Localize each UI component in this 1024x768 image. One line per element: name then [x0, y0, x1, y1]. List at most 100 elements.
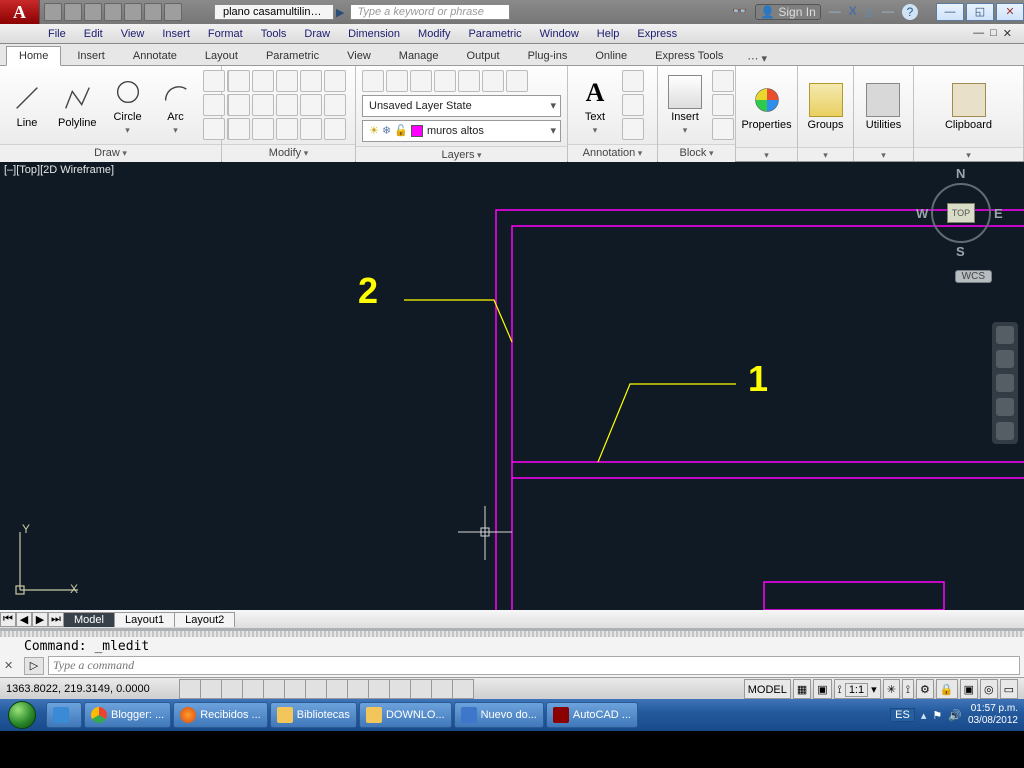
- tab-model[interactable]: Model: [63, 612, 115, 627]
- clock[interactable]: 01:57 p.m. 03/08/2012: [968, 703, 1020, 727]
- annoauto-icon[interactable]: ⟟: [902, 679, 914, 699]
- menu-view[interactable]: View: [121, 28, 145, 40]
- panel-properties-expand[interactable]: [736, 147, 797, 161]
- menu-tools[interactable]: Tools: [261, 28, 287, 40]
- compass-n[interactable]: N: [956, 166, 965, 181]
- annovis-icon[interactable]: ✳: [883, 679, 900, 699]
- sc-toggle[interactable]: [431, 679, 453, 699]
- tab-layout1[interactable]: Layout1: [114, 612, 175, 627]
- layout-grid-icon[interactable]: ▦: [793, 679, 811, 699]
- tab-view[interactable]: View: [335, 47, 383, 65]
- menu-insert[interactable]: Insert: [162, 28, 190, 40]
- circle-button[interactable]: Circle▾: [107, 73, 149, 138]
- qat-new-icon[interactable]: [44, 3, 62, 21]
- stretch-icon[interactable]: [300, 94, 322, 116]
- exchange-icon[interactable]: X: [849, 4, 857, 20]
- layer-prop-icon[interactable]: [362, 70, 384, 92]
- rotate-icon[interactable]: [252, 70, 274, 92]
- table-icon[interactable]: [622, 118, 644, 140]
- task-ie[interactable]: [46, 702, 82, 728]
- tray-flag-icon[interactable]: ⚑: [932, 709, 942, 722]
- tab-nav-next-icon[interactable]: ▶: [32, 612, 48, 627]
- tab-nav-first-icon[interactable]: ⏮: [0, 612, 16, 627]
- language-indicator[interactable]: ES: [890, 708, 915, 722]
- clipboard-button[interactable]: Clipboard: [941, 81, 996, 133]
- tab-nav-last-icon[interactable]: ⏭: [48, 612, 64, 627]
- search-input[interactable]: Type a keyword or phrase: [350, 4, 510, 20]
- qat-undo-icon[interactable]: [144, 3, 162, 21]
- tray-arrow-icon[interactable]: ▴: [921, 709, 927, 722]
- menu-file[interactable]: File: [48, 28, 66, 40]
- tpy-toggle[interactable]: [389, 679, 411, 699]
- menu-draw[interactable]: Draw: [304, 28, 330, 40]
- dyn-toggle[interactable]: [347, 679, 369, 699]
- chamfer-icon[interactable]: [276, 118, 298, 140]
- break-icon[interactable]: [324, 118, 346, 140]
- task-firefox[interactable]: Recibidos ...: [173, 702, 268, 728]
- nav-orbit-icon[interactable]: [996, 398, 1014, 416]
- panel-draw-title[interactable]: Draw: [0, 144, 221, 162]
- model-space-button[interactable]: MODEL: [744, 679, 791, 699]
- command-input[interactable]: [48, 656, 1020, 675]
- insert-button[interactable]: Insert▾: [664, 73, 706, 138]
- move-icon[interactable]: [228, 70, 250, 92]
- tab-home[interactable]: Home: [6, 46, 61, 66]
- grid-toggle[interactable]: [200, 679, 222, 699]
- arc-button[interactable]: Arc▾: [155, 73, 197, 138]
- menu-modify[interactable]: Modify: [418, 28, 450, 40]
- tab-nav-prev-icon[interactable]: ◀: [16, 612, 32, 627]
- layer-off-icon[interactable]: [386, 70, 408, 92]
- tab-online[interactable]: Online: [583, 47, 639, 65]
- qv-drawings-icon[interactable]: ▣: [813, 679, 831, 699]
- hardware-accel-icon[interactable]: ▣: [960, 679, 978, 699]
- menu-parametric[interactable]: Parametric: [468, 28, 521, 40]
- create-block-icon[interactable]: [712, 70, 734, 92]
- help-icon[interactable]: ?: [902, 4, 918, 20]
- tab-layout2[interactable]: Layout2: [174, 612, 235, 627]
- qat-save-icon[interactable]: [84, 3, 102, 21]
- coordinates-readout[interactable]: 1363.8022, 219.3149, 0.0000: [0, 683, 180, 695]
- qat-plot-icon[interactable]: [124, 3, 142, 21]
- layer-lock-icon[interactable]: [434, 70, 456, 92]
- current-layer-dropdown[interactable]: ☀ ❄ 🔓 muros altos: [362, 120, 561, 142]
- nav-pan-icon[interactable]: [996, 350, 1014, 368]
- nav-zoom-icon[interactable]: [996, 374, 1014, 392]
- tab-parametric[interactable]: Parametric: [254, 47, 331, 65]
- annoscale-button[interactable]: ⟟ 1:1 ▾: [834, 679, 881, 699]
- viewcube-top[interactable]: TOP: [947, 203, 975, 223]
- task-chrome[interactable]: Blogger: ...: [84, 702, 171, 728]
- tab-output[interactable]: Output: [455, 47, 512, 65]
- tab-annotate[interactable]: Annotate: [121, 47, 189, 65]
- ortho-toggle[interactable]: [221, 679, 243, 699]
- menu-express[interactable]: Express: [637, 28, 677, 40]
- menu-dimension[interactable]: Dimension: [348, 28, 400, 40]
- task-word[interactable]: Nuevo do...: [454, 702, 544, 728]
- tab-expresstools[interactable]: Express Tools: [643, 47, 735, 65]
- attribute-icon[interactable]: [712, 118, 734, 140]
- tray-volume-icon[interactable]: 🔊: [948, 709, 962, 722]
- tab-manage[interactable]: Manage: [387, 47, 451, 65]
- scale-icon[interactable]: [228, 118, 250, 140]
- nav-showmotion-icon[interactable]: [996, 422, 1014, 440]
- otrack-toggle[interactable]: [305, 679, 327, 699]
- panel-utilities-expand[interactable]: [854, 147, 913, 161]
- qat-open-icon[interactable]: [64, 3, 82, 21]
- mirror-icon[interactable]: [252, 94, 274, 116]
- am-toggle[interactable]: [452, 679, 474, 699]
- ribbon-overflow-icon[interactable]: ⋯ ▾: [747, 52, 767, 65]
- osnap-toggle[interactable]: [263, 679, 285, 699]
- ducs-toggle[interactable]: [326, 679, 348, 699]
- polar-toggle[interactable]: [242, 679, 264, 699]
- layer-state-dropdown[interactable]: Unsaved Layer State: [362, 95, 561, 117]
- workspace-icon[interactable]: ⚙: [916, 679, 934, 699]
- drawing-area[interactable]: [–][Top][2D Wireframe] 2 1 Y X: [0, 162, 1024, 610]
- compass-s[interactable]: S: [956, 244, 965, 259]
- compass-e[interactable]: E: [994, 206, 1003, 221]
- task-download[interactable]: DOWNLO...: [359, 702, 452, 728]
- leader-icon[interactable]: [622, 94, 644, 116]
- fillet-icon[interactable]: [276, 94, 298, 116]
- task-explorer[interactable]: Bibliotecas: [270, 702, 357, 728]
- menu-format[interactable]: Format: [208, 28, 243, 40]
- tab-insert[interactable]: Insert: [65, 47, 117, 65]
- utilities-button[interactable]: Utilities: [862, 81, 905, 133]
